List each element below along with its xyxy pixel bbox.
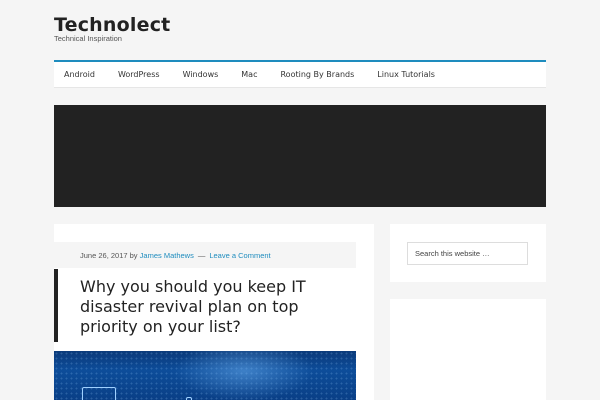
primary-nav: Android WordPress Windows Mac Rooting By… [54,60,546,88]
sidebar-widget [390,299,546,400]
post-date: June 26, 2017 [80,250,128,260]
entry-title-container: Why you should you keep IT disaster revi… [54,269,356,342]
nav-item-mac[interactable]: Mac [241,70,257,79]
leave-comment-link[interactable]: Leave a Comment [209,251,270,260]
post-author-link[interactable]: James Mathews [140,251,194,260]
search-input[interactable] [407,242,528,265]
nav-item-rooting-by-brands[interactable]: Rooting By Brands [280,70,354,79]
meta-separator: — [197,250,206,260]
featured-image[interactable] [54,351,356,400]
post-title[interactable]: Why you should you keep IT disaster revi… [80,277,356,337]
sidebar-search-widget [390,224,546,282]
site-title[interactable]: Technolect [54,14,170,36]
entry-meta: June 26, 2017 by James Mathews — Leave a C… [54,242,356,268]
main-content: June 26, 2017 by James Mathews — Leave a C… [54,224,374,400]
featured-image-glow [174,351,314,400]
nav-item-linux-tutorials[interactable]: Linux Tutorials [377,70,435,79]
header-banner [54,105,546,207]
site-description: Technical Inspiration [54,34,122,43]
featured-image-box-icon [82,387,116,400]
nav-item-wordpress[interactable]: WordPress [118,70,160,79]
post-by-label: by [129,250,138,260]
nav-item-windows[interactable]: Windows [183,70,219,79]
nav-item-android[interactable]: Android [64,70,95,79]
